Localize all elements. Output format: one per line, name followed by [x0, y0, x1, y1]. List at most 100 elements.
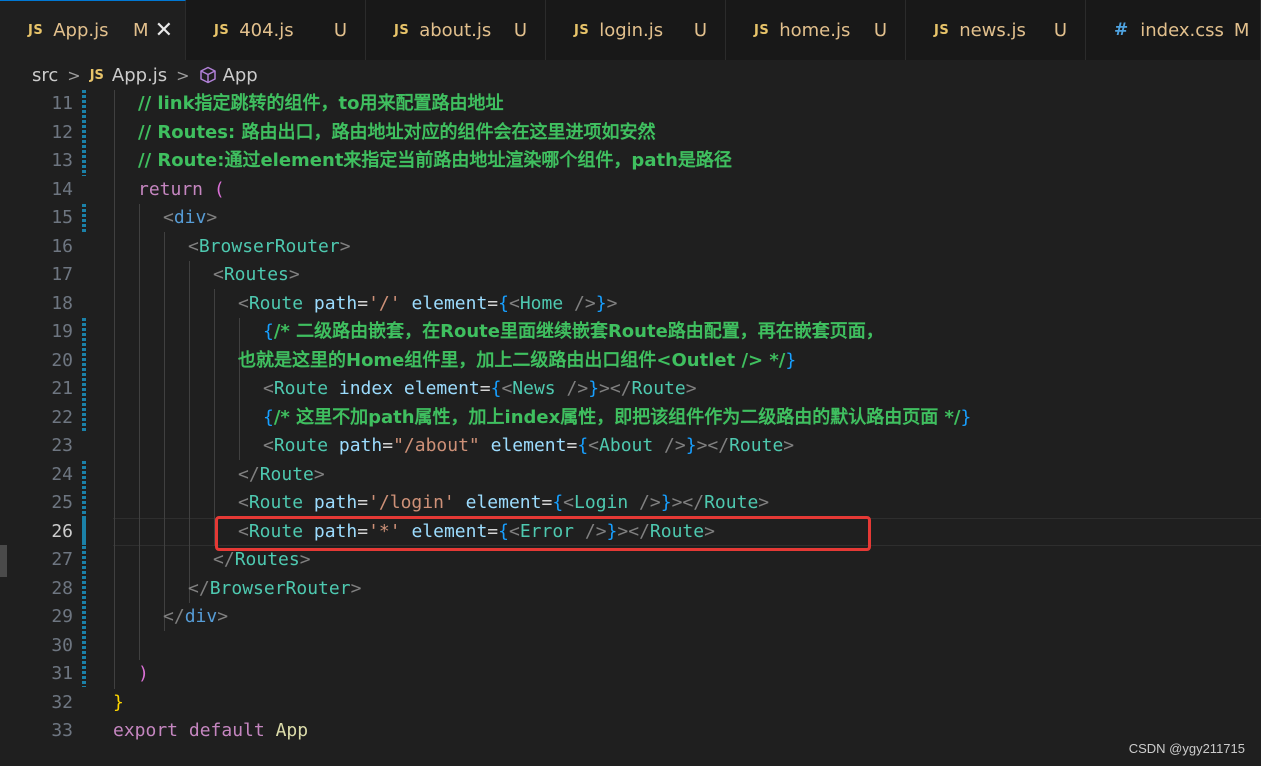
tab-label: about.js	[419, 19, 492, 41]
code-editor[interactable]: 11 12 13 14 15 16 17 18 19 20 21 22 23 2…	[0, 90, 1261, 766]
modified-lines-marker	[82, 204, 86, 232]
comment: // Route:通过element来指定当前路由地址渲染哪个组件，path是路…	[138, 150, 732, 171]
code-line-24[interactable]: </Route>	[238, 461, 325, 490]
jsx-component: Route	[248, 492, 304, 513]
tab-status: U	[333, 19, 347, 41]
breadcrumb-symbol[interactable]: App	[223, 65, 258, 86]
line-number: 16	[51, 235, 73, 257]
editor-tab-bar: JS App.js M ✕ JS 404.js U JS about.js U …	[0, 0, 1261, 60]
breadcrumb-file[interactable]: App.js	[112, 65, 167, 86]
jsx-component: Route	[273, 378, 329, 399]
jsx-attribute: element	[411, 292, 488, 314]
line-number: 19	[51, 321, 73, 342]
code-line-25[interactable]: <Route path='/login' element={<Login />}…	[238, 489, 769, 518]
code-line-20[interactable]: 也就是这里的Home组件里，加上二级路由出口组件<Outlet /> */}	[238, 347, 796, 376]
chevron-right-icon: >	[176, 65, 190, 85]
keyword: export	[113, 720, 179, 741]
jsx-component: BrowserRouter	[198, 235, 340, 257]
tab-app-js[interactable]: JS App.js M ✕	[0, 0, 186, 60]
comment: 也就是这里的Home组件里，加上二级路由出口组件<Outlet /> */	[238, 349, 786, 371]
tab-about-js[interactable]: JS about.js U	[366, 0, 546, 60]
code-line-19[interactable]: {/* 二级路由嵌套，在Route里面继续嵌套Route路由配置，再在嵌套页面，	[263, 318, 884, 347]
jsx-component: Home	[519, 292, 564, 314]
close-icon[interactable]: ✕	[155, 19, 173, 42]
line-number: 27	[51, 549, 73, 570]
line-number: 13	[51, 150, 73, 171]
jsx-component: Route	[259, 463, 314, 485]
comment: // link指定跳转的组件，to用来配置路由地址	[138, 93, 504, 114]
code-line-22[interactable]: {/* 这里不加path属性，加上index属性，即把该组件作为二级路由的默认路…	[263, 404, 971, 433]
javascript-file-icon: JS	[89, 67, 104, 83]
css-file-icon: #	[1114, 20, 1129, 40]
code-line-33[interactable]: export default App	[113, 717, 308, 746]
indent-guide	[114, 90, 115, 689]
line-number: 20	[51, 349, 73, 371]
code-line-15[interactable]: <div>	[163, 204, 217, 233]
javascript-file-icon: JS	[754, 22, 770, 38]
javascript-file-icon: JS	[214, 22, 230, 38]
code-line-31[interactable]: )	[138, 660, 149, 689]
code-line-28[interactable]: </BrowserRouter>	[188, 575, 361, 604]
line-number: 15	[51, 207, 73, 228]
jsx-tag: div	[173, 207, 207, 228]
tab-status: M	[133, 20, 149, 41]
indent-guide	[189, 261, 190, 603]
tab-status: U	[513, 19, 527, 41]
line-number: 29	[51, 606, 73, 627]
code-line-13[interactable]: // Route:通过element来指定当前路由地址渲染哪个组件，path是路…	[138, 147, 732, 176]
jsx-component: Route	[631, 378, 686, 399]
code-line-16[interactable]: <BrowserRouter>	[188, 233, 351, 262]
jsx-component: Route	[729, 435, 784, 456]
tab-label: index.css	[1140, 19, 1224, 41]
indent-guide	[214, 289, 215, 546]
line-number: 28	[51, 577, 73, 599]
code-line-32[interactable]: }	[113, 689, 124, 718]
code-line-14[interactable]: return (	[138, 176, 225, 205]
watermark: CSDN @ygy211715	[1128, 741, 1245, 756]
tab-status: U	[873, 19, 887, 41]
tab-login-js[interactable]: JS login.js U	[546, 0, 726, 60]
line-number: 33	[51, 720, 73, 741]
jsx-attribute: element	[490, 435, 567, 456]
jsx-attribute: path	[338, 435, 383, 456]
code-line-21[interactable]: <Route index element={<News />}></Route>	[263, 375, 697, 404]
jsx-component: Route	[248, 292, 304, 314]
tab-news-js[interactable]: JS news.js U	[906, 0, 1086, 60]
code-line-12[interactable]: // Routes: 路由出口，路由地址对应的组件会在这里进项如安然	[138, 119, 655, 148]
chevron-right-icon: >	[67, 65, 81, 85]
jsx-component: Login	[574, 492, 629, 513]
keyword: default	[188, 720, 265, 741]
code-line-17[interactable]: <Routes>	[213, 261, 300, 290]
indent-guide	[239, 318, 240, 460]
jsx-attribute: index	[338, 378, 394, 399]
jsx-component: Routes	[234, 549, 300, 570]
code-line-23[interactable]: <Route path="/about" element={<About />}…	[263, 432, 794, 461]
tab-404-js[interactable]: JS 404.js U	[186, 0, 366, 60]
string-literal: '/'	[368, 292, 401, 314]
code-line-11[interactable]: // link指定跳转的组件，to用来配置路由地址	[138, 90, 504, 119]
javascript-file-icon: JS	[574, 22, 590, 38]
javascript-file-icon: JS	[28, 23, 44, 38]
line-number-current: 26	[51, 520, 73, 542]
code-line-29[interactable]: </div>	[163, 603, 228, 632]
breadcrumb: src > JS App.js > App	[0, 60, 1261, 90]
jsx-attribute: element	[403, 378, 480, 399]
jsx-component: About	[599, 435, 654, 456]
tab-home-js[interactable]: JS home.js U	[726, 0, 906, 60]
identifier: App	[275, 720, 309, 741]
tab-label: App.js	[53, 20, 109, 41]
jsx-tag: div	[184, 606, 218, 627]
jsx-attribute: path	[313, 292, 358, 314]
line-number: 17	[51, 264, 73, 285]
indent-guide	[164, 232, 165, 631]
comment: /* 二级路由嵌套，在Route里面继续嵌套Route路由配置，再在嵌套页面，	[273, 321, 884, 342]
jsx-attribute: path	[313, 492, 358, 513]
line-number: 24	[51, 463, 73, 485]
breadcrumb-folder[interactable]: src	[32, 65, 58, 86]
symbol-cube-icon	[199, 66, 216, 84]
code-line-18[interactable]: <Route path='/' element={<Home />}>	[238, 290, 617, 319]
line-number: 11	[51, 93, 73, 114]
tab-index-css[interactable]: # index.css M	[1086, 0, 1261, 60]
tab-status: M	[1233, 19, 1250, 41]
line-number: 18	[51, 292, 73, 314]
